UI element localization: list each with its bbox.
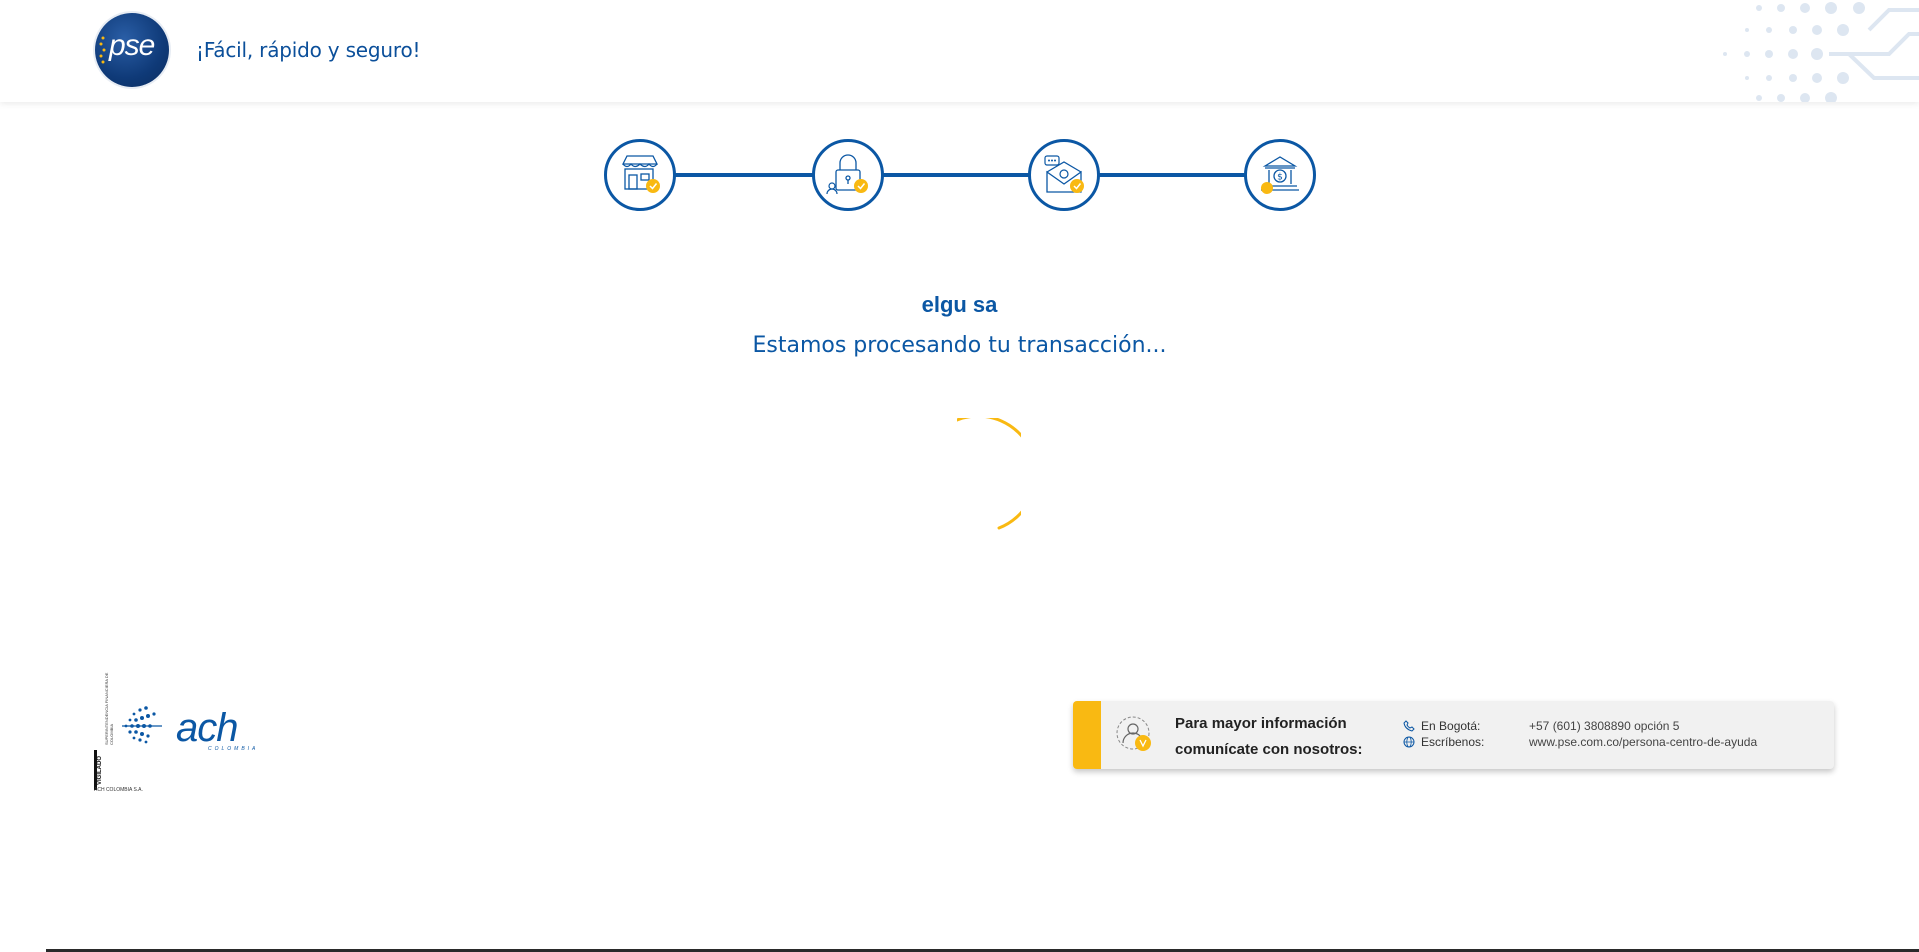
contact-info-card: Para mayor información comunícate con no… bbox=[1073, 701, 1834, 769]
card-accent-bar bbox=[1073, 701, 1101, 769]
step-bank: $ bbox=[1244, 139, 1316, 211]
pse-logo: pse bbox=[95, 13, 169, 87]
contact-value-web[interactable]: www.pse.com.co/persona-centro-de-ayuda bbox=[1529, 735, 1757, 749]
ach-logo-sub: COLOMBIA bbox=[208, 746, 259, 752]
contact-heading-line2: comunícate con nosotros: bbox=[1175, 741, 1363, 758]
ach-logo-text: ach bbox=[176, 706, 238, 750]
step-connector bbox=[674, 173, 816, 177]
phone-icon bbox=[1403, 720, 1415, 732]
email-icon bbox=[1044, 155, 1084, 193]
page-header: pse ¡Fácil, rápido y seguro! bbox=[0, 0, 1919, 102]
vigilado-text: VIGILADO bbox=[97, 755, 103, 785]
contact-heading-line1: Para mayor información bbox=[1175, 715, 1347, 732]
contact-row-phone: En Bogotá: +57 (601) 3808890 opción 5 bbox=[1403, 719, 1679, 733]
tagline: ¡Fácil, rápido y seguro! bbox=[196, 38, 421, 62]
progress-stepper: $ bbox=[604, 139, 1316, 211]
step-store bbox=[604, 139, 676, 211]
contact-label-phone: En Bogotá: bbox=[1421, 719, 1481, 733]
contact-row-web: Escríbenos: www.pse.com.co/persona-centr… bbox=[1403, 735, 1757, 749]
logo-dots-icon bbox=[99, 36, 106, 64]
lock-icon bbox=[826, 154, 868, 195]
svg-text:$: $ bbox=[1277, 173, 1283, 183]
superintendencia-text: SUPERINTENDENCIA FINANCIERA DE COLOMBIA bbox=[104, 672, 114, 745]
step-connector bbox=[1098, 173, 1248, 177]
loading-spinner-icon bbox=[957, 418, 1021, 530]
globe-icon bbox=[1403, 736, 1415, 748]
contact-heading: Para mayor información comunícate con no… bbox=[1175, 711, 1363, 763]
merchant-name: elgu sa bbox=[921, 292, 998, 317]
logo-text: pse bbox=[109, 29, 155, 62]
contact-value-phone[interactable]: +57 (601) 3808890 opción 5 bbox=[1529, 719, 1679, 733]
bank-icon: $ bbox=[1261, 156, 1299, 194]
step-email bbox=[1028, 139, 1100, 211]
support-agent-icon bbox=[1116, 716, 1151, 751]
processing-message: Estamos procesando tu transacción... bbox=[752, 333, 1167, 358]
header-decoration-icon bbox=[1723, 2, 1919, 102]
step-lock bbox=[812, 139, 884, 211]
ach-company-text: ACH COLOMBIA S.A. bbox=[94, 787, 143, 793]
step-connector bbox=[882, 173, 1034, 177]
store-icon bbox=[621, 155, 660, 193]
contact-label-web: Escríbenos: bbox=[1421, 735, 1485, 749]
